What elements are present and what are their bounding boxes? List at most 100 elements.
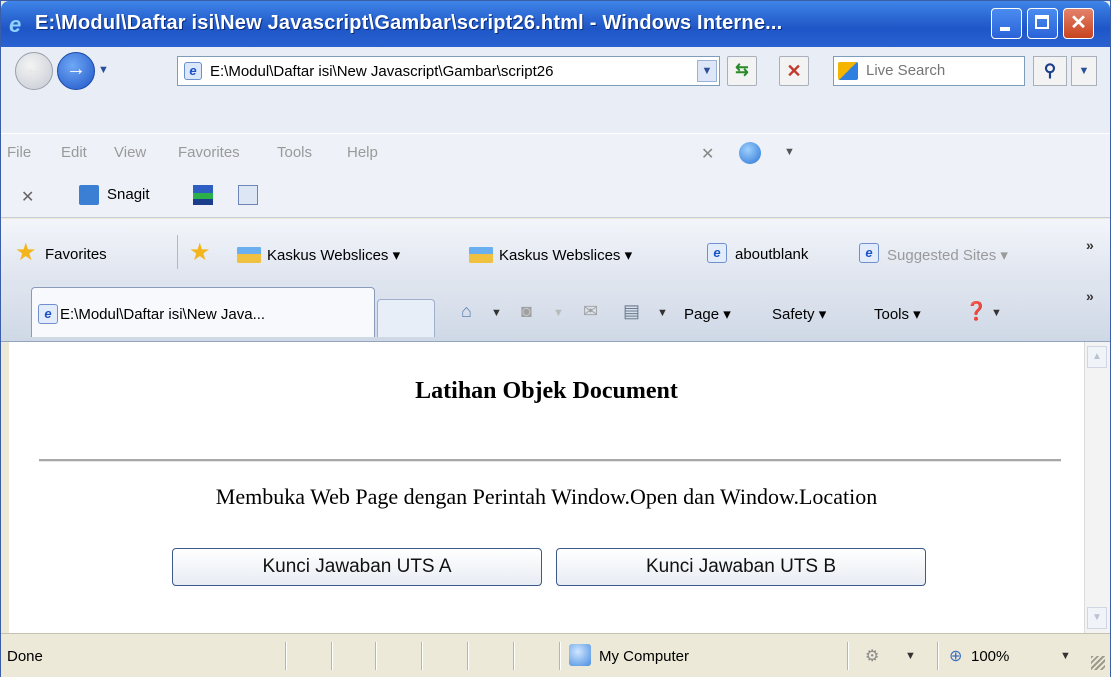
address-url[interactable]: E:\Modul\Daftar isi\New Javascript\Gamba… bbox=[210, 63, 680, 80]
status-bar: Done My Computer ⚙ ▼ ⊕ 100% ▼ bbox=[1, 633, 1110, 677]
divider bbox=[331, 642, 333, 670]
ie-icon: e bbox=[9, 12, 22, 37]
mail-icon[interactable]: ✉ bbox=[583, 301, 598, 322]
resize-grip[interactable] bbox=[1091, 656, 1105, 670]
close-toolbar-icon[interactable]: ✕ bbox=[21, 187, 34, 207]
recent-pages-dropdown[interactable]: ▼ bbox=[98, 64, 109, 76]
fav-link-aboutblank[interactable]: aboutblank bbox=[735, 246, 808, 263]
window-title: E:\Modul\Daftar isi\New Javascript\Gamba… bbox=[35, 12, 783, 34]
menu-file[interactable]: File bbox=[7, 144, 31, 161]
ie-icon: e bbox=[707, 243, 727, 263]
snagit-toolbar: ✕ Snagit bbox=[1, 173, 1110, 218]
divider bbox=[421, 642, 423, 670]
protected-mode-dropdown[interactable]: ▼ bbox=[905, 650, 916, 662]
forward-arrow-icon: → bbox=[66, 58, 86, 80]
tools-menu[interactable]: Tools ▾ bbox=[874, 305, 921, 323]
back-button[interactable]: ← bbox=[15, 52, 53, 90]
scroll-down-button[interactable]: ▼ bbox=[1087, 607, 1107, 629]
printer-icon[interactable]: ▤ bbox=[623, 301, 640, 322]
home-icon[interactable]: ⌂ bbox=[461, 301, 472, 322]
new-tab-button[interactable] bbox=[377, 299, 435, 337]
home-dropdown[interactable]: ▼ bbox=[491, 307, 502, 319]
safety-menu[interactable]: Safety ▾ bbox=[772, 305, 826, 323]
help-icon[interactable]: ❓ bbox=[965, 301, 987, 322]
maximize-button[interactable] bbox=[1027, 8, 1058, 39]
page-icon: e bbox=[184, 62, 202, 80]
forward-button[interactable]: → bbox=[57, 52, 95, 90]
menu-help[interactable]: Help bbox=[347, 144, 378, 161]
search-icon: ⚲ bbox=[1043, 61, 1057, 80]
address-bar[interactable]: e E:\Modul\Daftar isi\New Javascript\Gam… bbox=[177, 56, 720, 86]
fav-link-kaskus-1[interactable]: Kaskus Webslices ▾ bbox=[267, 246, 400, 264]
zoom-dropdown[interactable]: ▼ bbox=[1060, 650, 1071, 662]
page-content: Latihan Objek Document Membuka Web Page … bbox=[9, 342, 1084, 633]
divider bbox=[513, 642, 515, 670]
rss-dropdown[interactable]: ▼ bbox=[553, 307, 564, 319]
navigation-bar: ← → ▼ e E:\Modul\Daftar isi\New Javascri… bbox=[1, 47, 1110, 133]
globe-dropdown[interactable]: ▼ bbox=[784, 146, 795, 158]
search-button[interactable]: ⚲ bbox=[1033, 56, 1067, 86]
browser-window: e E:\Modul\Daftar isi\New Javascript\Gam… bbox=[0, 0, 1111, 677]
more-chevron-icon[interactable]: » bbox=[1086, 237, 1094, 253]
computer-icon bbox=[569, 644, 591, 666]
refresh-button[interactable]: ⇆ bbox=[727, 56, 757, 86]
refresh-icon: ⇆ bbox=[735, 62, 749, 79]
add-favorite-icon[interactable]: ★ bbox=[189, 238, 211, 267]
kunci-jawaban-b-button[interactable]: Kunci Jawaban UTS B bbox=[556, 548, 926, 586]
vertical-scrollbar[interactable]: ▲ ▼ bbox=[1084, 342, 1110, 633]
scroll-up-button[interactable]: ▲ bbox=[1087, 346, 1107, 368]
help-dropdown[interactable]: ▼ bbox=[991, 307, 1002, 319]
divider bbox=[467, 642, 469, 670]
fav-link-suggested-sites[interactable]: Suggested Sites ▾ bbox=[887, 246, 1008, 264]
menu-edit[interactable]: Edit bbox=[61, 144, 87, 161]
divider bbox=[375, 642, 377, 670]
divider bbox=[177, 235, 178, 269]
divider bbox=[847, 642, 849, 670]
folder-icon[interactable] bbox=[238, 185, 258, 205]
title-bar[interactable]: e E:\Modul\Daftar isi\New Javascript\Gam… bbox=[1, 1, 1110, 47]
page-description: Membuka Web Page dengan Perintah Window.… bbox=[215, 484, 878, 509]
address-dropdown[interactable]: ▼ bbox=[697, 60, 717, 82]
search-input[interactable] bbox=[864, 61, 1018, 80]
protected-mode-icon[interactable]: ⚙ bbox=[865, 646, 879, 666]
snagit-button[interactable]: Snagit bbox=[107, 186, 150, 203]
ie-icon: e bbox=[859, 243, 879, 263]
globe-icon[interactable] bbox=[739, 142, 761, 164]
divider bbox=[937, 642, 939, 670]
webslice-icon bbox=[237, 247, 261, 263]
menu-view[interactable]: View bbox=[114, 144, 146, 161]
security-zone[interactable]: My Computer bbox=[599, 648, 689, 665]
print-dropdown[interactable]: ▼ bbox=[657, 307, 668, 319]
back-arrow-icon: ← bbox=[24, 58, 44, 80]
page-heading: Latihan Objek Document bbox=[415, 378, 678, 404]
minimize-button[interactable] bbox=[991, 8, 1022, 39]
page-menu[interactable]: Page ▾ bbox=[684, 305, 731, 323]
star-icon[interactable]: ★ bbox=[15, 238, 37, 267]
stop-button[interactable]: ✕ bbox=[779, 56, 809, 86]
divider bbox=[285, 642, 287, 670]
ie-icon: e bbox=[38, 304, 58, 324]
close-button[interactable]: ✕ bbox=[1063, 8, 1094, 39]
rss-icon[interactable]: ◙ bbox=[521, 301, 532, 322]
favorites-bar: ★ Favorites ★ Kaskus Webslices ▾ Kaskus … bbox=[1, 219, 1110, 285]
search-options-dropdown[interactable]: ▼ bbox=[1071, 56, 1097, 86]
capture-icon[interactable] bbox=[193, 185, 213, 205]
close-toolbar-icon[interactable]: ✕ bbox=[701, 144, 714, 164]
menu-tools[interactable]: Tools bbox=[277, 144, 312, 161]
favorites-button[interactable]: Favorites bbox=[45, 246, 107, 263]
zoom-level[interactable]: 100% bbox=[971, 648, 1009, 665]
snagit-icon[interactable] bbox=[79, 185, 99, 205]
zoom-icon[interactable]: ⊕ bbox=[949, 646, 962, 666]
tab-title: E:\Modul\Daftar isi\New Java... bbox=[60, 306, 266, 323]
webslice-icon bbox=[469, 247, 493, 263]
fav-link-kaskus-2[interactable]: Kaskus Webslices ▾ bbox=[499, 246, 632, 264]
search-box[interactable] bbox=[833, 56, 1025, 86]
stop-icon: ✕ bbox=[786, 61, 802, 81]
more-chevron-icon[interactable]: » bbox=[1086, 288, 1094, 304]
kunci-jawaban-a-button[interactable]: Kunci Jawaban UTS A bbox=[172, 548, 542, 586]
menu-favorites[interactable]: Favorites bbox=[178, 144, 240, 161]
divider bbox=[559, 642, 561, 670]
menu-bar: File Edit View Favorites Tools Help ✕ ▼ bbox=[1, 133, 1110, 174]
tab-active[interactable]: e E:\Modul\Daftar isi\New Java... bbox=[31, 287, 375, 337]
status-text: Done bbox=[7, 648, 43, 665]
